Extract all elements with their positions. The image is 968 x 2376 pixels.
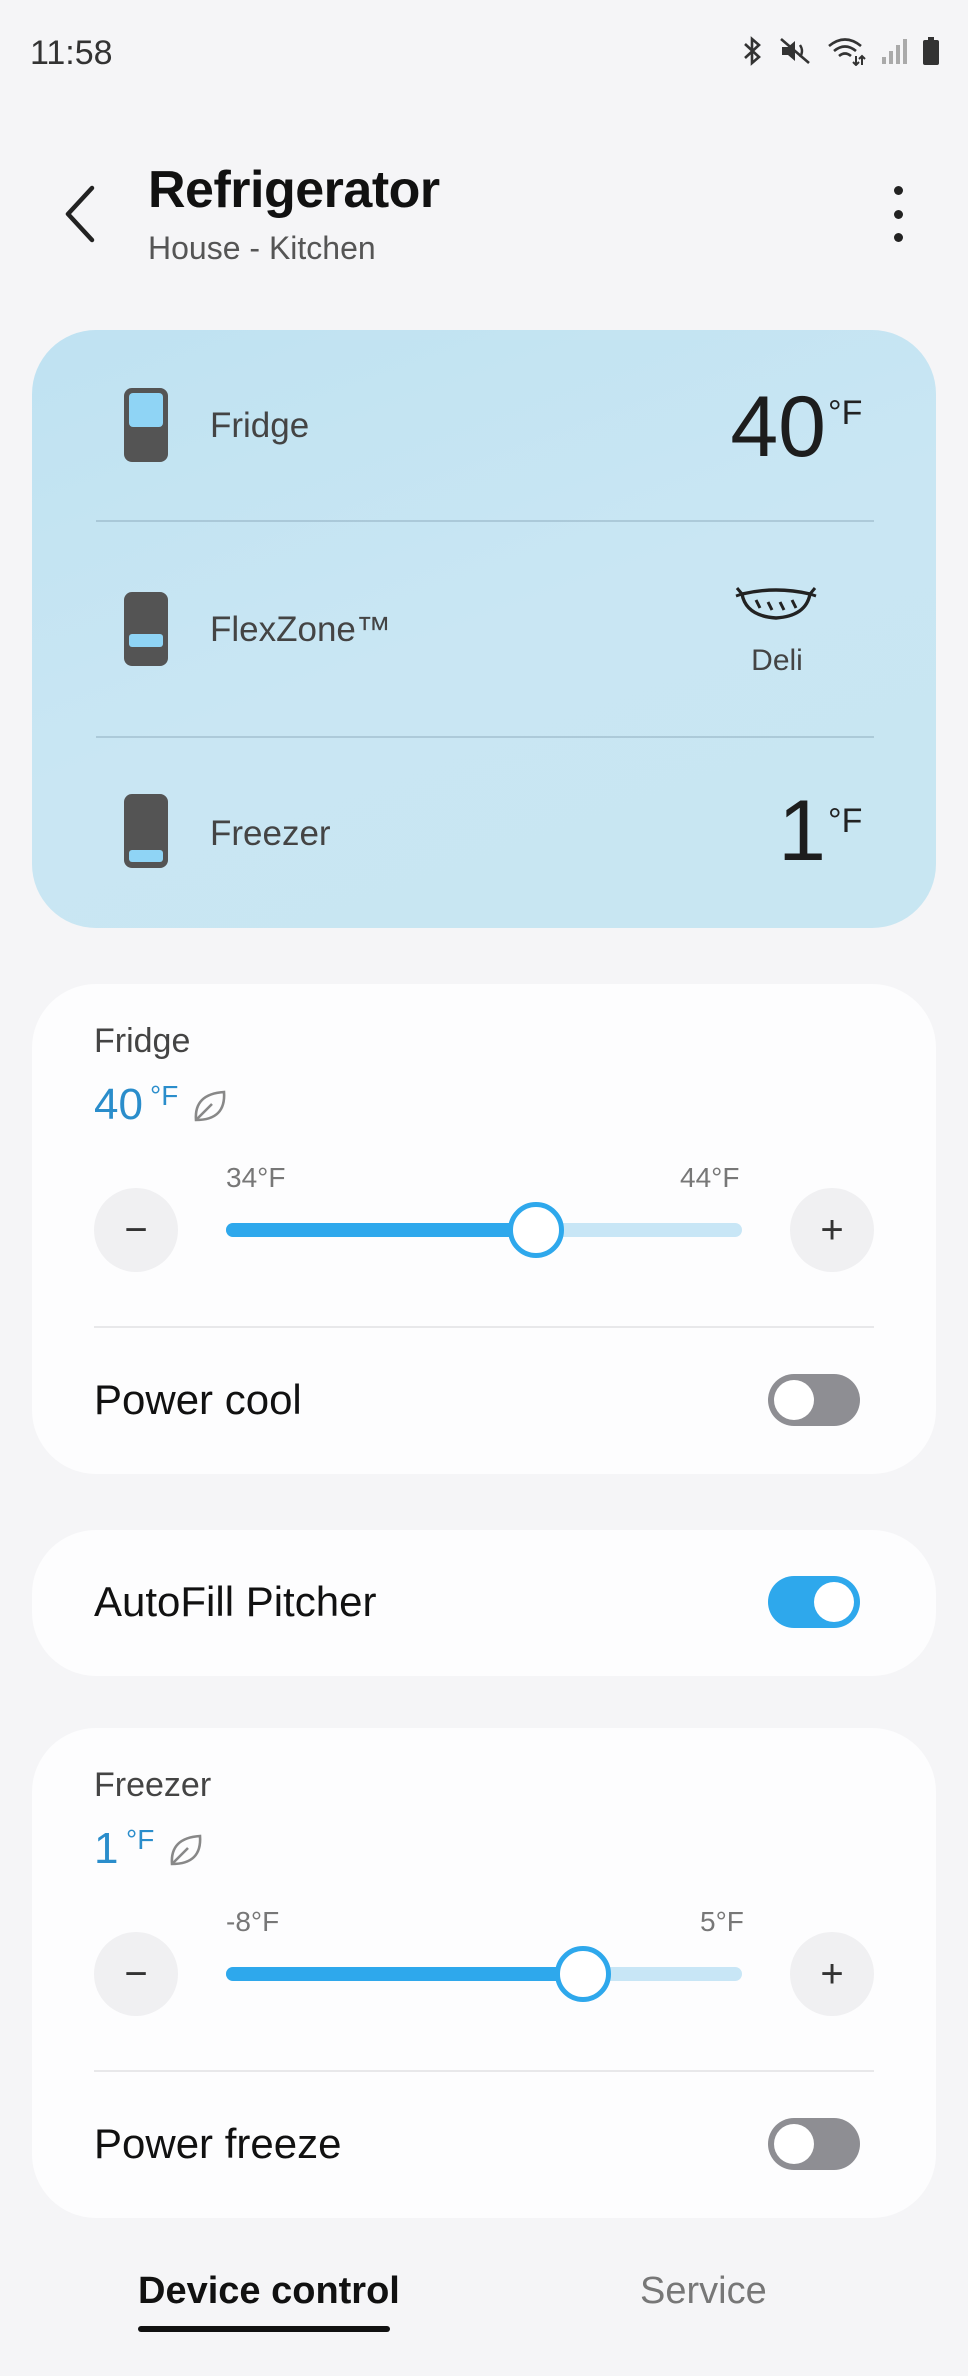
battery-icon: [923, 37, 939, 65]
toggle-knob: [774, 2124, 814, 2164]
fridge-settings-card: Fridge 40 °F 34°F 44°F − + Power cool: [32, 984, 936, 1474]
flexzone-compartment-icon: [124, 592, 168, 666]
fridge-increase-button[interactable]: +: [790, 1188, 874, 1272]
fridge-temp-slider[interactable]: [226, 1202, 742, 1258]
freezer-card-unit: °F: [126, 1824, 155, 1855]
compartment-overview-card: Fridge 40 °F FlexZone™ Deli Freezer 1 °F: [32, 330, 936, 928]
autofill-pitcher-toggle[interactable]: [768, 1576, 860, 1628]
back-button[interactable]: [56, 182, 106, 246]
freezer-card-temp: 1: [94, 1824, 119, 1873]
signal-icon: [882, 39, 907, 64]
freezer-card-label: Freezer: [94, 1766, 212, 1804]
more-vertical-icon: [893, 186, 903, 195]
freezer-slider-fill: [226, 1967, 584, 1981]
fridge-min-label: 34°F: [226, 1162, 286, 1193]
mute-icon: [780, 38, 810, 64]
fridge-max-label: 44°F: [680, 1162, 740, 1193]
toggle-knob: [774, 1380, 814, 1420]
more-options-button[interactable]: [878, 186, 918, 242]
bottom-tab-bar: Device control Service: [0, 2240, 968, 2360]
overview-freezer-temp: 1: [778, 783, 826, 879]
status-bar: 11:58: [0, 0, 968, 110]
deli-icon: [735, 587, 817, 620]
freezer-decrease-button[interactable]: −: [94, 1932, 178, 2016]
toggle-knob: [814, 1582, 854, 1622]
status-time: 11:58: [30, 34, 113, 72]
fridge-card-unit: °F: [150, 1080, 179, 1111]
overview-flexzone-label: FlexZone™: [210, 610, 391, 649]
freezer-increase-button[interactable]: +: [790, 1932, 874, 2016]
overview-fridge-unit: °F: [828, 394, 863, 432]
freezer-compartment-icon: [124, 794, 168, 868]
power-cool-label: Power cool: [94, 1376, 302, 1423]
power-freeze-label: Power freeze: [94, 2120, 342, 2167]
autofill-pitcher-label: AutoFill Pitcher: [94, 1578, 377, 1625]
minus-icon: −: [124, 1952, 148, 1996]
wifi-icon: [828, 38, 866, 66]
header: Refrigerator House - Kitchen: [0, 150, 968, 280]
bluetooth-icon: [744, 36, 761, 66]
card-divider: [94, 2070, 874, 2072]
overview-freezer-label: Freezer: [210, 814, 331, 853]
leaf-icon: [170, 1834, 202, 1866]
overview-row-flexzone[interactable]: FlexZone™ Deli: [32, 522, 936, 736]
overview-freezer-unit: °F: [828, 802, 863, 840]
plus-icon: +: [820, 1208, 844, 1252]
freezer-min-label: -8°F: [226, 1906, 280, 1937]
autofill-pitcher-card: AutoFill Pitcher: [32, 1530, 936, 1676]
status-icons: [740, 36, 940, 66]
freezer-max-label: 5°F: [700, 1906, 744, 1937]
fridge-slider-fill: [226, 1223, 536, 1237]
tab-device-control[interactable]: Device control: [138, 2270, 400, 2313]
page-title: Refrigerator: [148, 161, 440, 219]
page-subtitle: House - Kitchen: [148, 230, 376, 266]
overview-flexzone-mode: Deli: [751, 644, 803, 677]
leaf-icon: [194, 1090, 226, 1122]
plus-icon: +: [820, 1952, 844, 1996]
fridge-decrease-button[interactable]: −: [94, 1188, 178, 1272]
overview-fridge-temp: 40: [730, 379, 826, 475]
freezer-settings-card: Freezer 1 °F -8°F 5°F − + Power freeze: [32, 1728, 936, 2218]
power-freeze-toggle[interactable]: [768, 2118, 860, 2170]
freezer-slider-thumb[interactable]: [555, 1946, 612, 2002]
overview-fridge-label: Fridge: [210, 406, 310, 445]
power-cool-toggle[interactable]: [768, 1374, 860, 1426]
tab-service[interactable]: Service: [640, 2270, 767, 2313]
fridge-compartment-icon: [124, 388, 168, 462]
fridge-slider-thumb[interactable]: [507, 1202, 564, 1258]
card-divider: [94, 1326, 874, 1328]
chevron-left-icon: [65, 185, 95, 243]
freezer-temp-slider[interactable]: [226, 1946, 742, 2002]
overview-row-freezer[interactable]: Freezer 1 °F: [32, 738, 936, 928]
fridge-card-label: Fridge: [94, 1022, 191, 1060]
minus-icon: −: [124, 1208, 148, 1252]
overview-row-fridge[interactable]: Fridge 40 °F: [32, 330, 936, 520]
active-tab-indicator: [138, 2326, 390, 2332]
fridge-card-temp: 40: [94, 1080, 143, 1129]
